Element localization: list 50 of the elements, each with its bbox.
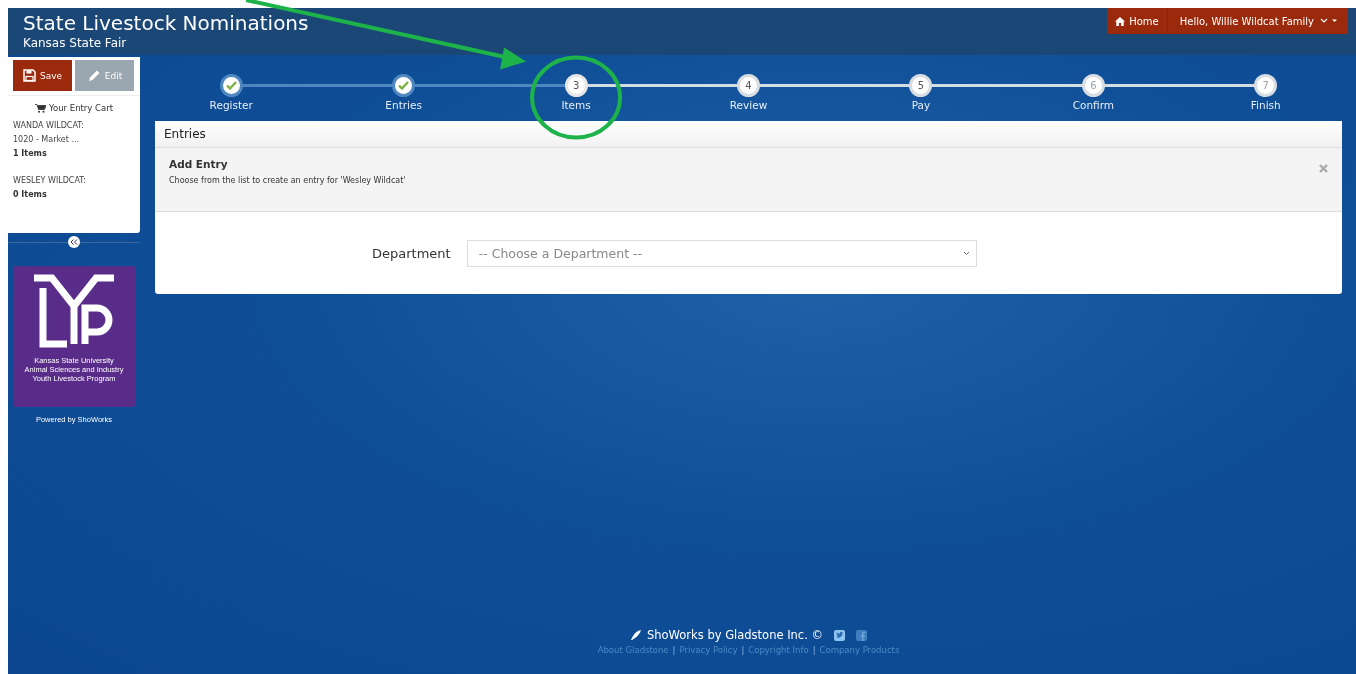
step-label: Finish: [1250, 99, 1281, 111]
exhibitor-name: WESLEY WILDCAT:: [13, 175, 87, 187]
checkmark-icon: [225, 81, 237, 90]
lyp-logo-icon: [31, 274, 117, 348]
step-label: Review: [729, 99, 768, 111]
separator-text: |: [741, 645, 745, 655]
page-title: State Livestock Nominations: [23, 10, 309, 36]
alert-message: Choose from the list to create an entry for 'Wesley Wildcat': [169, 176, 406, 185]
alert-title: Add Entry: [169, 158, 229, 170]
close-icon: [1319, 163, 1328, 173]
user-menu-button[interactable]: Hello, Willie Wildcat Family: [1167, 8, 1348, 34]
home-button[interactable]: Home: [1107, 8, 1167, 34]
step-circle[interactable]: 5: [909, 74, 933, 97]
footer-link[interactable]: Privacy Policy: [679, 645, 738, 655]
page-subtitle: Kansas State Fair: [23, 36, 128, 51]
separator-text: |: [672, 645, 676, 655]
facebook-icon: [856, 629, 867, 641]
step-label: Register: [209, 99, 253, 111]
pencil-icon: [86, 68, 101, 83]
twitter-icon: [834, 629, 845, 641]
step-circle[interactable]: [392, 74, 416, 97]
step-label: Items: [561, 99, 591, 111]
chevron-down-icon: [962, 251, 970, 256]
separator-text: |: [812, 645, 816, 655]
save-button[interactable]: Save: [13, 60, 72, 91]
home-icon: [1115, 16, 1126, 26]
footer-link[interactable]: Company Products: [819, 645, 900, 655]
cart-icon: [34, 103, 46, 113]
feather-icon: [630, 629, 642, 641]
double-chevron-icon: [70, 239, 78, 245]
exhibitor-name: WANDA WILDCAT:: [13, 120, 85, 132]
footer-link[interactable]: Copyright Info: [748, 645, 809, 655]
caret-icon: [1320, 18, 1338, 24]
checkmark-icon: [398, 81, 410, 90]
entry-item[interactable]: 1020 - Market ...: [13, 133, 135, 147]
department-select[interactable]: -- Choose a Department --: [466, 240, 977, 267]
collapse-button[interactable]: [68, 236, 80, 248]
cart-title: Your Entry Cart: [48, 103, 114, 113]
step-circle[interactable]: 3: [564, 74, 588, 97]
step-label: Confirm: [1072, 99, 1115, 111]
footer-link[interactable]: About Gladstone: [597, 645, 669, 655]
item-count: 1 Items: [13, 148, 48, 160]
step-circle[interactable]: 4: [737, 74, 760, 97]
step-label: Pay: [911, 99, 931, 111]
item-count: 0 Items: [13, 189, 48, 201]
field-label: Department: [372, 246, 451, 261]
step-circle[interactable]: [219, 74, 243, 97]
footer-brand: ShoWorks by Gladstone Inc. ©: [647, 628, 823, 642]
step-label: Entries: [385, 99, 422, 111]
panel-title: Entries: [155, 121, 1342, 148]
